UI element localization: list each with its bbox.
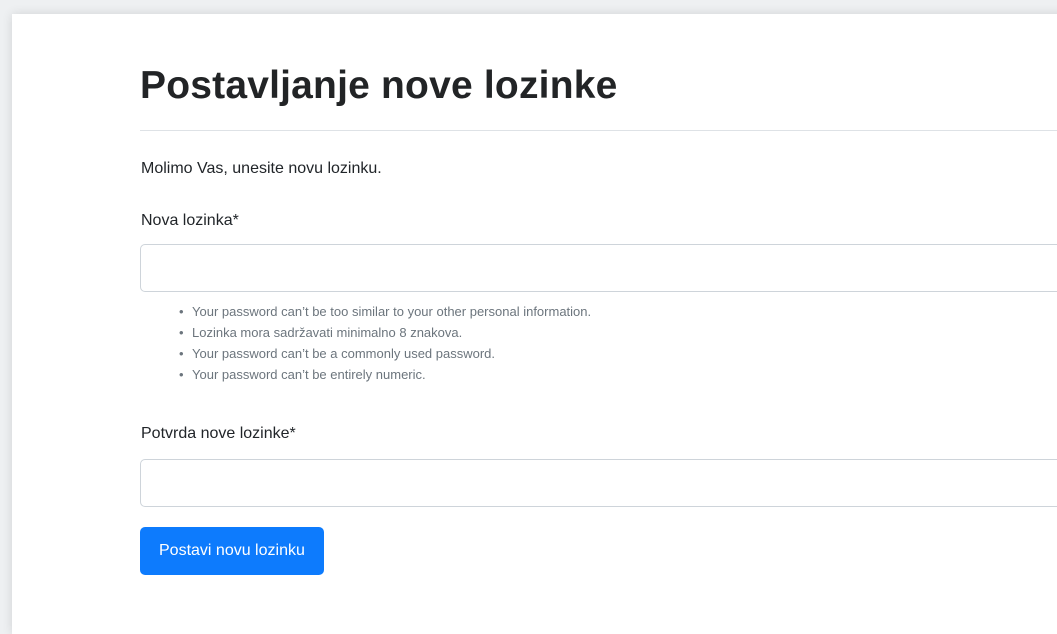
bullet-icon: •: [179, 346, 184, 361]
password-help-list: • Your password can’t be too similar to y…: [172, 301, 591, 385]
bullet-icon: •: [179, 367, 184, 382]
bullet-icon: •: [179, 325, 184, 340]
submit-button[interactable]: Postavi novu lozinku: [140, 527, 324, 575]
bullet-icon: •: [179, 304, 184, 319]
help-item-text: Your password can’t be entirely numeric.: [192, 367, 426, 382]
new-password-input[interactable]: [140, 244, 1057, 292]
help-item: • Your password can’t be entirely numeric…: [172, 364, 591, 385]
confirm-password-label: Potvrda nove lozinke*: [141, 425, 296, 442]
page-title: Postavljanje nove lozinke: [140, 64, 618, 107]
help-item-text: Your password can’t be a commonly used p…: [192, 346, 496, 361]
confirm-password-input[interactable]: [140, 459, 1057, 507]
help-item: • Your password can’t be too similar to y…: [172, 301, 591, 322]
title-divider: [140, 130, 1057, 131]
password-reset-card: Postavljanje nove lozinke Molimo Vas, un…: [12, 14, 1057, 634]
new-password-label: Nova lozinka*: [141, 212, 239, 229]
help-item: • Your password can’t be a commonly used …: [172, 343, 591, 364]
help-item-text: Lozinka mora sadržavati minimalno 8 znak…: [192, 325, 463, 340]
help-item-text: Your password can’t be too similar to yo…: [192, 304, 592, 319]
help-item: • Lozinka mora sadržavati minimalno 8 zna…: [172, 322, 591, 343]
intro-text: Molimo Vas, unesite novu lozinku.: [141, 160, 382, 177]
